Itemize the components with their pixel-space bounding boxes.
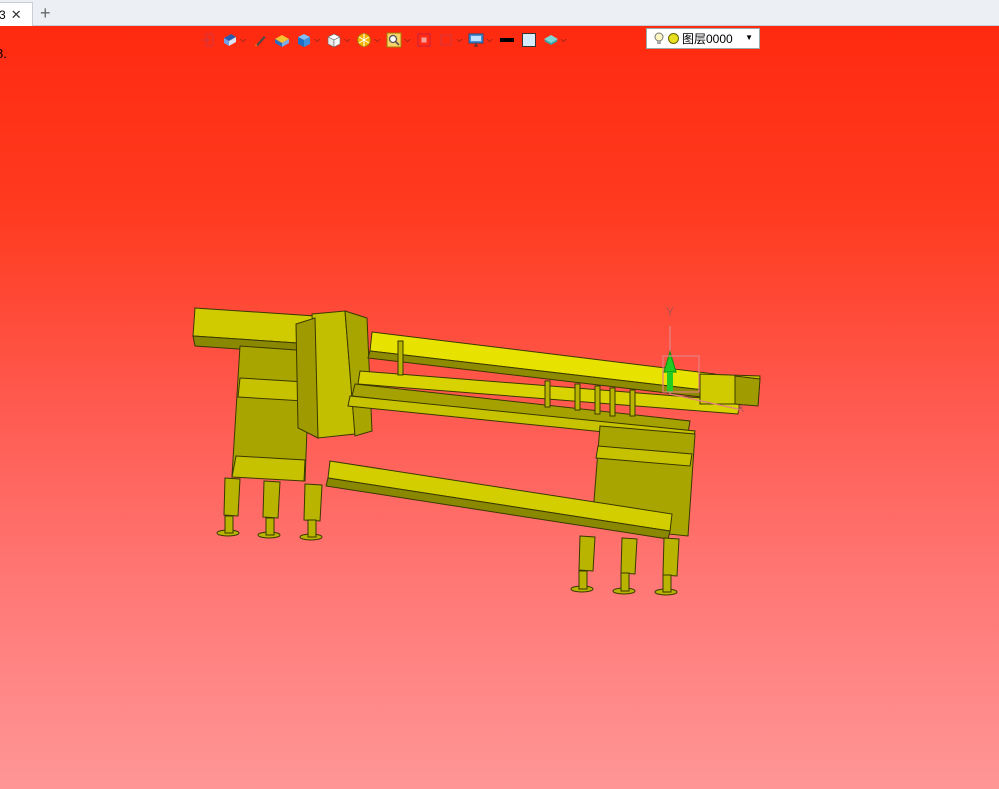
x-axis-label: X xyxy=(737,403,745,415)
cad-model[interactable]: Y X xyxy=(0,26,999,789)
3d-viewport[interactable]: 8. ⌵ ⌵ ⌵ ⌵ ⌵ xyxy=(0,26,999,789)
add-tab-button[interactable]: + xyxy=(40,3,51,23)
document-tab[interactable]: 3 ✕ xyxy=(0,2,33,26)
close-icon[interactable]: ✕ xyxy=(11,7,22,23)
tab-bar: 3 ✕ + xyxy=(0,0,999,26)
tab-label: 3 xyxy=(0,7,6,22)
y-axis-label: Y xyxy=(666,305,674,319)
